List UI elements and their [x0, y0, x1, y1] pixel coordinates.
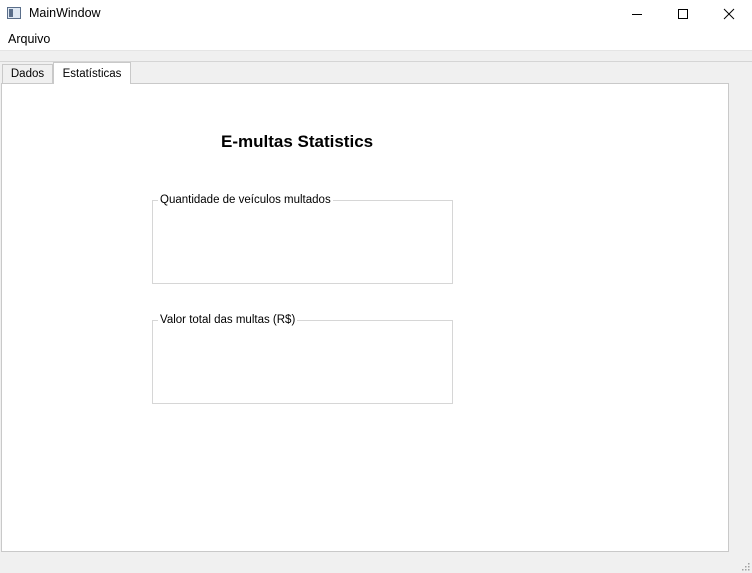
- title-bar: MainWindow: [0, 0, 752, 28]
- resize-grip-icon[interactable]: [740, 561, 750, 571]
- close-icon: [723, 8, 735, 20]
- minimize-button[interactable]: [614, 0, 660, 28]
- statistics-heading: E-multas Statistics: [221, 132, 374, 151]
- maximize-icon: [678, 9, 688, 19]
- vehicles-fined-title: Quantidade de veículos multados: [158, 194, 333, 207]
- toolbar-area: [0, 51, 752, 62]
- vehicles-fined-groupbox: Quantidade de veículos multados: [152, 194, 453, 284]
- fines-total-title: Valor total das multas (R$): [158, 314, 298, 327]
- app-window-icon: [7, 7, 21, 19]
- menu-arquivo[interactable]: Arquivo: [2, 30, 56, 48]
- tab-dados[interactable]: Dados: [2, 64, 53, 84]
- window-title: MainWindow: [29, 6, 101, 20]
- close-button[interactable]: [706, 0, 752, 28]
- maximize-button[interactable]: [660, 0, 706, 28]
- statistics-tab-panel: [1, 83, 729, 552]
- minimize-icon: [632, 14, 642, 15]
- menu-bar: Arquivo: [0, 28, 752, 51]
- fines-total-groupbox: Valor total das multas (R$): [152, 314, 453, 404]
- tab-estatisticas[interactable]: Estatísticas: [53, 62, 131, 84]
